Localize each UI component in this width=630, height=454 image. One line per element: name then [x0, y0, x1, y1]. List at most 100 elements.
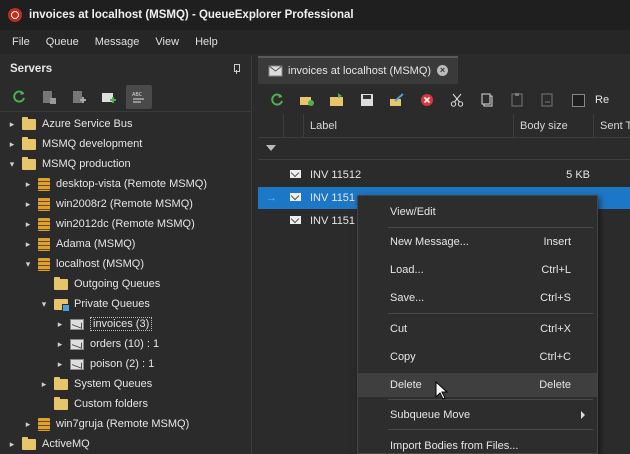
menu-view[interactable]: View: [147, 30, 187, 54]
menu-item-label: Subqueue Move: [390, 409, 471, 421]
filter-row[interactable]: [258, 138, 630, 160]
mouse-cursor-icon: [435, 381, 449, 400]
chevron-right-icon[interactable]: ▸: [22, 178, 34, 190]
new-message-icon: [300, 97, 314, 106]
tree-item-label: orders (10) : 1: [90, 338, 160, 350]
column-header-sent-time[interactable]: Sent T: [594, 114, 630, 138]
chevron-right-icon[interactable]: ▸: [54, 318, 66, 330]
tree-item[interactable]: ▸ Azure Service Bus: [0, 114, 251, 134]
copy-icon: [481, 93, 493, 107]
paste-multiple-icon: [541, 93, 553, 107]
server-icon: [38, 237, 50, 251]
connect-server-button[interactable]: [36, 85, 62, 109]
tree-item-label: invoices (3): [90, 317, 153, 331]
servers-toolbar: ABC: [0, 82, 251, 112]
chevron-down-icon[interactable]: ▾: [22, 258, 34, 270]
menu-item-subqueue-move[interactable]: Subqueue Move: [358, 403, 597, 427]
chevron-right-icon[interactable]: ▸: [54, 358, 66, 370]
table-row[interactable]: INV 11512 5 KB: [258, 164, 630, 186]
chevron-right-icon[interactable]: ▸: [6, 118, 18, 130]
menu-queue[interactable]: Queue: [38, 30, 87, 54]
tree-item[interactable]: ▾ Private Queues: [0, 294, 251, 314]
tree-item-label: Adama (MSMQ): [56, 238, 136, 250]
sort-abc-button[interactable]: ABC: [126, 84, 152, 109]
chevron-right-icon[interactable]: ▸: [38, 378, 50, 390]
tree-item[interactable]: ▾ MSMQ production: [0, 154, 251, 174]
column-header-body-size[interactable]: Body size: [514, 114, 594, 138]
delete-button[interactable]: [414, 88, 440, 112]
tree-item-invoices[interactable]: ▸ invoices (3): [0, 314, 251, 334]
new-message-button[interactable]: [294, 88, 320, 112]
menu-item-save[interactable]: Save... Ctrl+S: [358, 286, 597, 310]
chevron-right-icon[interactable]: ▸: [22, 198, 34, 210]
menu-help[interactable]: Help: [187, 30, 226, 54]
folder-icon: [22, 436, 36, 450]
add-folder-icon: [102, 92, 116, 103]
menu-item-label: Import Bodies from Files...: [390, 440, 519, 452]
envelope-icon: [290, 216, 301, 224]
tree-item[interactable]: ▸ win2008r2 (Remote MSMQ): [0, 194, 251, 214]
menu-shortcut: Delete: [539, 379, 571, 391]
close-tab-icon[interactable]: ×: [437, 65, 448, 76]
add-server-button[interactable]: [66, 85, 92, 109]
tree-item-label: win2012dc (Remote MSMQ): [56, 218, 195, 230]
chevron-down-icon[interactable]: ▾: [6, 158, 18, 170]
grid-header: Label Body size Sent T: [258, 114, 630, 138]
chevron-right-icon[interactable]: ▸: [6, 438, 18, 450]
copy-button[interactable]: [474, 88, 500, 112]
menu-item-view-edit[interactable]: View/Edit: [358, 200, 597, 224]
tree-item-label: MSMQ production: [42, 158, 131, 170]
sort-abc-icon: ABC: [132, 92, 144, 102]
menu-item-cut[interactable]: Cut Ctrl+X: [358, 317, 597, 341]
tree-item[interactable]: Outgoing Queues: [0, 274, 251, 294]
chevron-right-icon[interactable]: ▸: [6, 138, 18, 150]
tree-item[interactable]: Custom folders: [0, 394, 251, 414]
tree-item-poison[interactable]: ▸ poison (2) : 1: [0, 354, 251, 374]
tree-item[interactable]: ▸ MSMQ development: [0, 134, 251, 154]
menu-item-copy[interactable]: Copy Ctrl+C: [358, 345, 597, 369]
menu-item-import-bodies[interactable]: Import Bodies from Files...: [358, 434, 597, 454]
checkbox-label: Re: [595, 94, 610, 106]
refresh-messages-button[interactable]: [264, 88, 290, 112]
current-row-arrow-icon: →: [266, 192, 277, 204]
paste-multiple-button[interactable]: [534, 88, 560, 112]
add-folder-button[interactable]: [96, 85, 122, 109]
menu-item-label: View/Edit: [390, 206, 436, 218]
submenu-arrow-icon: [581, 411, 585, 419]
filter-icon[interactable]: [266, 145, 276, 151]
tree-item-label: desktop-vista (Remote MSMQ): [56, 178, 207, 190]
tree-item[interactable]: ▾ localhost (MSMQ): [0, 254, 251, 274]
folder-icon: [54, 396, 68, 410]
chevron-right-icon[interactable]: ▸: [22, 218, 34, 230]
tree-item[interactable]: ▸ Adama (MSMQ): [0, 234, 251, 254]
column-header-label[interactable]: Label: [304, 114, 514, 138]
edit-button[interactable]: [384, 88, 410, 112]
tree-item[interactable]: ▸ System Queues: [0, 374, 251, 394]
tree-item[interactable]: ▸ ActiveMQ: [0, 434, 251, 454]
tree-item[interactable]: ▸ win7gruja (Remote MSMQ): [0, 414, 251, 434]
chevron-right-icon[interactable]: ▸: [22, 418, 34, 430]
tree-item-orders[interactable]: ▸ orders (10) : 1: [0, 334, 251, 354]
svg-text:ABC: ABC: [132, 92, 143, 98]
document-tab[interactable]: invoices at localhost (MSMQ) ×: [258, 56, 458, 84]
menu-file[interactable]: File: [4, 30, 38, 54]
tree-item-label: localhost (MSMQ): [56, 258, 145, 270]
chevron-right-icon[interactable]: ▸: [54, 338, 66, 350]
chevron-right-icon[interactable]: ▸: [22, 238, 34, 250]
tree-item[interactable]: ▸ desktop-vista (Remote MSMQ): [0, 174, 251, 194]
chevron-down-icon[interactable]: ▾: [38, 298, 50, 310]
open-button[interactable]: [324, 88, 350, 112]
save-button[interactable]: [354, 88, 380, 112]
menu-item-new-message[interactable]: New Message... Insert: [358, 230, 597, 254]
cut-button[interactable]: [444, 88, 470, 112]
pin-icon[interactable]: [231, 64, 241, 74]
menu-separator: [388, 399, 593, 400]
menu-message[interactable]: Message: [87, 30, 148, 54]
menu-item-delete[interactable]: Delete Delete: [358, 373, 597, 397]
envelope-icon: [290, 193, 301, 201]
checkbox[interactable]: [572, 93, 585, 107]
tree-item[interactable]: ▸ win2012dc (Remote MSMQ): [0, 214, 251, 234]
paste-button[interactable]: [504, 88, 530, 112]
menu-item-load[interactable]: Load... Ctrl+L: [358, 258, 597, 282]
refresh-button[interactable]: [6, 85, 32, 109]
